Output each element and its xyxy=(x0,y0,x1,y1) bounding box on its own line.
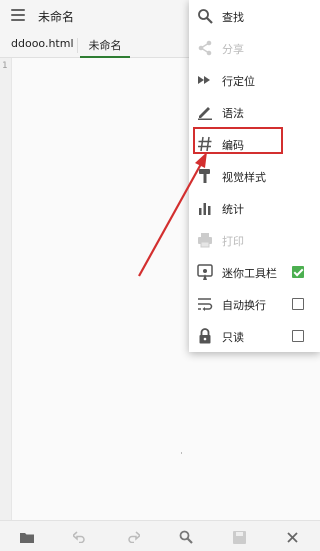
redo-icon[interactable] xyxy=(123,527,143,547)
line-number-gutter: 1 xyxy=(0,58,12,520)
highlight-box xyxy=(193,127,283,154)
search-icon xyxy=(197,8,213,24)
menu-item-visual-style[interactable]: 视觉样式 xyxy=(189,160,320,192)
menu-item-label: 语法 xyxy=(222,107,244,120)
menu-item-print[interactable]: 打印 xyxy=(189,224,320,256)
menu-item-label: 分享 xyxy=(222,43,244,56)
save-icon[interactable] xyxy=(229,527,249,547)
print-icon xyxy=(197,232,213,248)
brush-icon xyxy=(197,168,213,184)
menu-item-label: 行定位 xyxy=(222,75,255,88)
share-icon xyxy=(197,40,213,56)
menu-item-label: 统计 xyxy=(222,203,244,216)
word-wrap-checkbox[interactable] xyxy=(292,298,304,310)
menu-item-label: 查找 xyxy=(222,11,244,24)
wrap-icon xyxy=(197,296,213,312)
tab-untitled[interactable]: 未命名 xyxy=(80,37,130,58)
menu-item-word-wrap[interactable]: 自动换行 xyxy=(189,288,320,320)
overflow-menu: 查找 分享 行定位 语法 编码 视觉样式 统计 打印 迷你工具栏 自动换行 只读 xyxy=(189,0,320,352)
menu-item-mini-toolbar[interactable]: 迷你工具栏 xyxy=(189,256,320,288)
menu-item-label: 自动换行 xyxy=(222,299,266,312)
menu-item-share[interactable]: 分享 xyxy=(189,32,320,64)
menu-item-goto-line[interactable]: 行定位 xyxy=(189,64,320,96)
tab-ddooo-html[interactable]: ddooo.html xyxy=(11,37,74,58)
menu-item-label: 只读 xyxy=(222,331,244,344)
menu-item-find[interactable]: 查找 xyxy=(189,0,320,32)
line-number: 1 xyxy=(2,61,8,71)
bar-chart-icon xyxy=(197,200,213,216)
close-icon[interactable] xyxy=(282,527,302,547)
mini-toolbar-checkbox[interactable] xyxy=(292,266,304,278)
scroll-indicator xyxy=(181,452,182,454)
menu-icon[interactable] xyxy=(11,9,25,21)
menu-item-syntax[interactable]: 语法 xyxy=(189,96,320,128)
fast-forward-icon xyxy=(197,72,213,88)
tab-divider xyxy=(77,38,78,53)
menu-item-statistics[interactable]: 统计 xyxy=(189,192,320,224)
app-title: 未命名 xyxy=(38,10,75,24)
pen-icon xyxy=(197,104,213,120)
menu-item-label: 迷你工具栏 xyxy=(222,267,277,280)
bottom-toolbar xyxy=(0,520,320,551)
lock-icon xyxy=(197,328,213,344)
read-only-checkbox[interactable] xyxy=(292,330,304,342)
search-icon[interactable] xyxy=(176,527,196,547)
menu-item-label: 打印 xyxy=(222,235,244,248)
undo-icon[interactable] xyxy=(70,527,90,547)
menu-item-label: 视觉样式 xyxy=(222,171,266,184)
folder-icon[interactable] xyxy=(17,527,37,547)
menu-item-read-only[interactable]: 只读 xyxy=(189,320,320,352)
mini-toolbar-icon xyxy=(197,264,213,280)
